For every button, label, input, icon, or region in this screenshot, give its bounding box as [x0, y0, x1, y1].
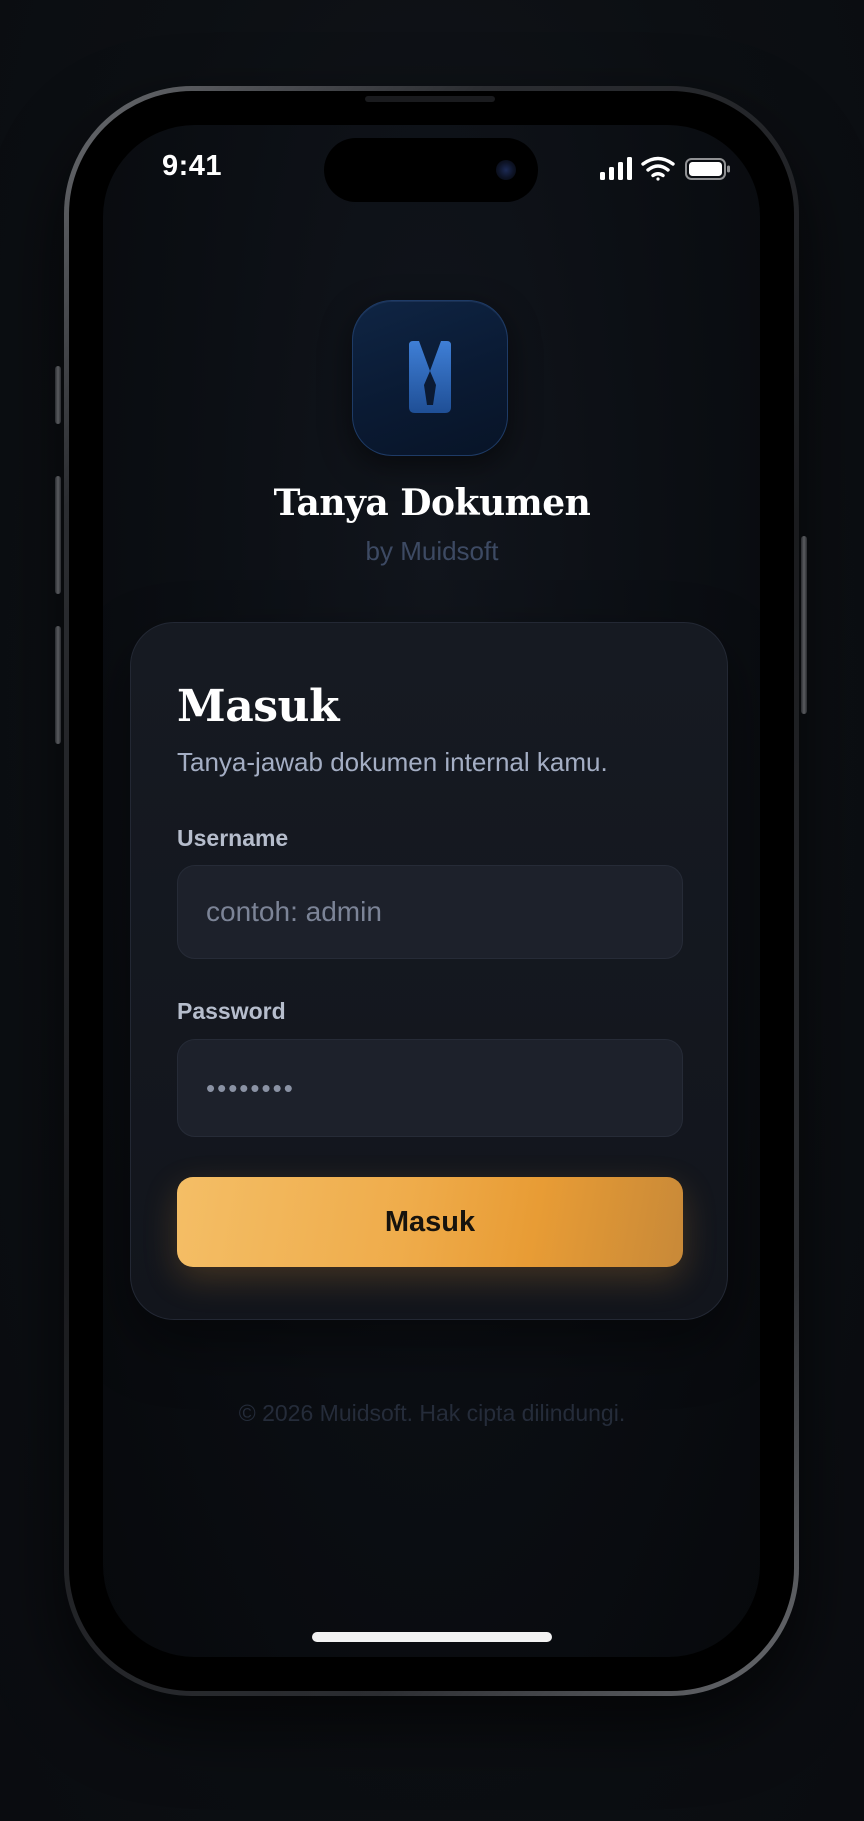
wifi-icon — [641, 156, 675, 181]
bookmark-tie-logo-icon — [409, 341, 451, 413]
home-indicator[interactable] — [312, 1632, 552, 1642]
copyright-footer: © 2026 Muidsoft. Hak cipta dilindungi. — [238, 1400, 626, 1426]
password-label: Password — [177, 998, 286, 1024]
status-icons — [598, 156, 730, 182]
volume-down-button — [55, 626, 61, 744]
battery-icon — [685, 158, 730, 180]
login-submit-button[interactable]: Masuk — [177, 1177, 683, 1267]
app-subtitle: by Muidsoft — [365, 536, 499, 566]
cellular-signal-icon — [600, 157, 632, 180]
app-title: Tanya Dokumen — [273, 482, 591, 524]
action-button — [55, 366, 61, 424]
password-field[interactable] — [177, 1039, 683, 1137]
status-time: 9:41 — [162, 150, 223, 182]
login-title: Masuk — [177, 681, 339, 732]
password-input[interactable] — [178, 1040, 682, 1136]
username-label: Username — [177, 825, 289, 851]
dynamic-island — [324, 138, 538, 202]
login-description: Tanya-jawab dokumen internal kamu. — [177, 747, 608, 777]
username-field[interactable] — [177, 865, 683, 959]
username-input[interactable] — [178, 866, 682, 958]
login-card: Masuk Tanya-jawab dokumen internal kamu.… — [130, 622, 728, 1320]
app-logo — [352, 300, 508, 456]
earpiece — [365, 96, 495, 102]
front-camera-icon — [496, 160, 516, 180]
